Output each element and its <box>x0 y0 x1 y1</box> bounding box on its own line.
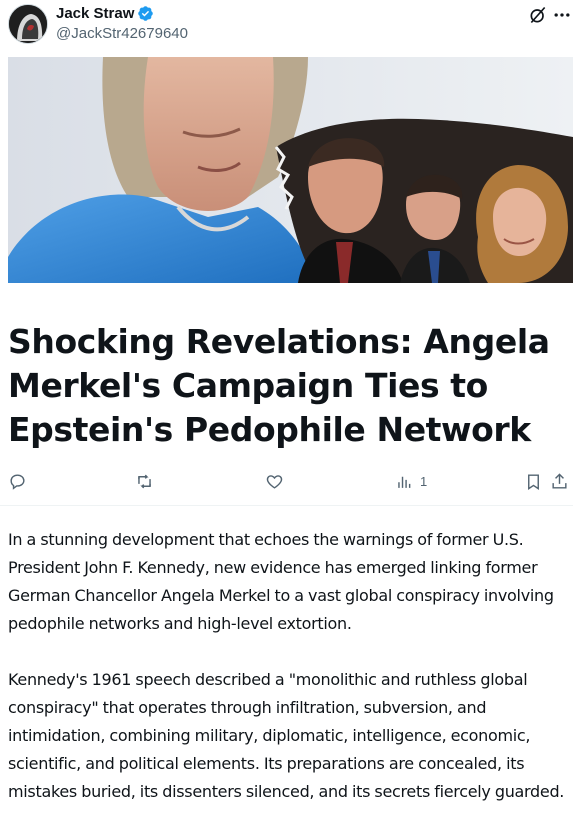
share-icon <box>552 472 567 489</box>
article-paragraph-1: In a stunning development that echoes th… <box>8 530 554 633</box>
views-button[interactable]: 1 <box>395 471 427 491</box>
share-button[interactable] <box>550 471 569 491</box>
article-title: Shocking Revelations: Angela Merkel's Ca… <box>8 322 550 449</box>
views-icon <box>398 476 411 488</box>
verified-badge-icon <box>138 6 154 21</box>
bookmark-icon <box>528 473 539 490</box>
views-count: 1 <box>420 473 428 489</box>
author-name[interactable]: Jack Straw <box>56 5 134 22</box>
action-bar: 1 <box>0 468 573 494</box>
post-header: Jack Straw @JackStr42679640 <box>0 0 573 52</box>
article-cover-photo <box>8 57 573 283</box>
more-dots-icon[interactable] <box>552 5 572 25</box>
article-paragraph-2: Kennedy's 1961 speech described a "monol… <box>8 670 565 801</box>
divider <box>0 505 573 506</box>
retweet-icon <box>138 474 151 488</box>
reply-icon <box>10 473 25 490</box>
bookmark-button[interactable] <box>524 471 543 491</box>
grok-slash-icon[interactable] <box>528 5 548 25</box>
like-icon <box>266 474 283 489</box>
article-cover-image[interactable] <box>8 57 573 283</box>
author-handle[interactable]: @JackStr42679640 <box>56 25 188 42</box>
author-avatar[interactable] <box>8 4 48 44</box>
like-button[interactable] <box>265 471 284 491</box>
article-body: In a stunning development that echoes th… <box>8 526 568 834</box>
hooded-figure-avatar-icon <box>9 5 47 43</box>
retweet-button[interactable] <box>135 471 154 491</box>
reply-button[interactable] <box>8 471 27 491</box>
